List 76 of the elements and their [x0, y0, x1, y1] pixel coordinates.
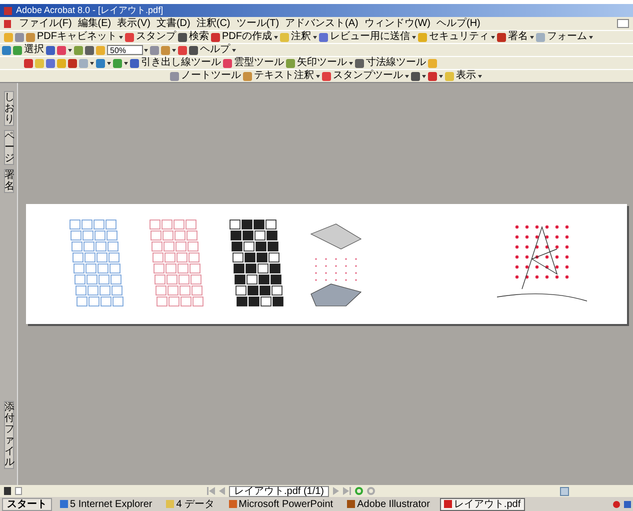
toolbar-icon[interactable] [57, 46, 72, 54]
caret-icon[interactable] [90, 62, 94, 64]
caret-icon[interactable] [316, 74, 320, 78]
menu-item[interactable]: 編集(E) [78, 18, 112, 28]
menu-item[interactable]: 注釈(C) [196, 18, 230, 28]
start-button[interactable]: スタート [2, 498, 52, 510]
menu-item[interactable]: ヘルプ(H) [436, 18, 480, 28]
caret-icon[interactable] [274, 36, 278, 38]
caret-icon[interactable] [313, 36, 317, 38]
caret-icon[interactable] [232, 48, 236, 52]
window-title: Adobe Acrobat 8.0 - [レイアウト.pdf] [16, 6, 164, 15]
toolbar-button[interactable]: 寸法線ツール [355, 58, 426, 68]
toolbar-icon[interactable] [68, 58, 77, 68]
caret-icon[interactable] [107, 62, 111, 64]
caret-icon[interactable] [530, 36, 534, 38]
caret-icon[interactable] [439, 74, 443, 78]
zoom-field[interactable]: 50% [107, 45, 143, 55]
toolbar-button[interactable]: レビュー用に送信 [319, 32, 416, 42]
page-icon[interactable] [15, 487, 22, 495]
side-tab[interactable]: ページ [4, 130, 14, 165]
taskbar-button[interactable]: 4 データ [162, 498, 219, 510]
toolbar-button[interactable]: スタンプツール [322, 71, 409, 81]
toolbar-icon[interactable] [46, 46, 55, 54]
toolbar-button[interactable]: 選択 [13, 45, 44, 55]
toolbar-button[interactable]: 署名 [497, 32, 534, 42]
menu-item[interactable]: 表示(V) [117, 18, 150, 28]
caret-icon[interactable] [412, 36, 416, 38]
toolbar-button[interactable]: ノートツール [170, 71, 241, 81]
menu-item[interactable]: ウィンドウ(W) [364, 18, 430, 28]
toolbar-button[interactable]: セキュリティ [418, 32, 495, 42]
taskbar-button[interactable]: Adobe Illustrator [343, 498, 434, 510]
menu-item[interactable]: ツール(T) [236, 18, 280, 28]
document-icon [4, 20, 11, 28]
toolbar-icon[interactable] [85, 46, 94, 54]
toolbar-button[interactable]: スタンプ [125, 32, 176, 42]
toolbar-button[interactable]: 注釈 [280, 32, 317, 42]
caret-icon[interactable] [349, 62, 353, 64]
taskbar-button[interactable]: 5 Internet Explorer [56, 498, 156, 510]
single-page-icon[interactable] [560, 486, 569, 496]
taskbar-button[interactable]: Microsoft PowerPoint [224, 498, 338, 510]
menu-item[interactable]: アドバンスト(A) [285, 18, 358, 28]
caret-icon[interactable] [422, 74, 426, 78]
caret-icon[interactable] [405, 74, 409, 78]
menu-item[interactable]: ファイル(F) [19, 18, 72, 28]
toolbar-icon[interactable] [113, 58, 128, 68]
toolbar-button[interactable]: PDFキャビネット [26, 32, 123, 42]
taskbar-button[interactable]: レイアウト.pdf [440, 498, 525, 510]
toolbar-button[interactable]: テキスト注釈 [243, 71, 320, 81]
toolbar-icon[interactable] [96, 58, 111, 68]
toolbar-button[interactable]: ヘルプ [189, 45, 236, 55]
toolbar-button[interactable]: PDFの作成 [211, 32, 278, 42]
page-number-field[interactable]: レイアウト.pdf (1/1) [228, 486, 330, 496]
caret-icon[interactable] [68, 48, 72, 52]
side-tab[interactable]: 署名 [4, 169, 14, 193]
caret-icon[interactable] [491, 36, 495, 38]
toolbar-button[interactable]: フォーム [536, 32, 593, 42]
side-tab[interactable]: 添付ファイル [4, 401, 14, 469]
caret-icon[interactable] [478, 74, 482, 78]
caret-icon[interactable] [124, 62, 128, 64]
toolbar-button[interactable]: 表示 [445, 71, 482, 81]
toolbar-icon[interactable] [428, 72, 443, 80]
toolbar-icon[interactable] [411, 72, 426, 80]
toolbar-icon[interactable] [161, 46, 176, 54]
caret-icon[interactable] [144, 48, 148, 52]
caret-icon[interactable] [589, 36, 593, 38]
caret-icon[interactable] [119, 36, 123, 38]
caret-icon[interactable] [172, 48, 176, 52]
app-icon [4, 6, 12, 14]
toolbar-button[interactable]: 検索 [178, 32, 209, 42]
toolbar-button[interactable]: 雲型ツール [223, 58, 284, 68]
toolbar-icon[interactable] [79, 58, 94, 68]
side-tab[interactable]: しおり [4, 91, 14, 126]
toolbar-button[interactable]: 引き出し線ツール [130, 58, 221, 68]
restore-button[interactable] [617, 19, 629, 28]
toolbar-button[interactable]: 矢印ツール [286, 58, 353, 68]
menu-item[interactable]: 文書(D) [156, 18, 190, 28]
